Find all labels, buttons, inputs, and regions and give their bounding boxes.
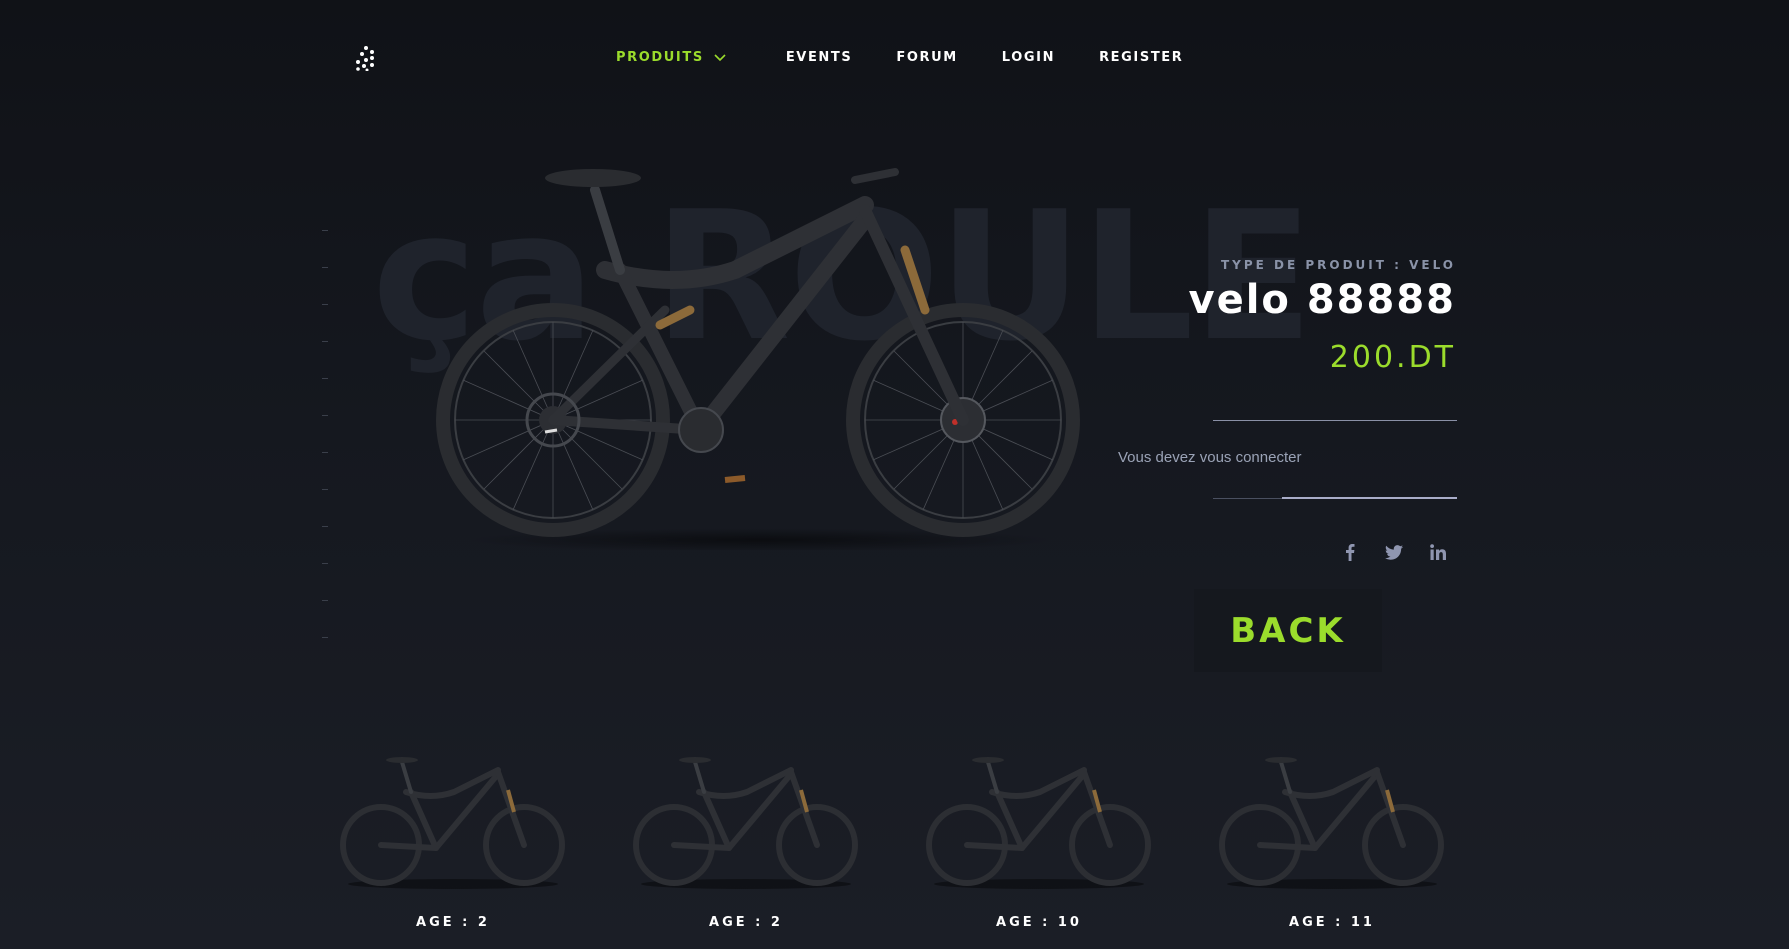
- nav-item-register[interactable]: REGISTER: [1099, 50, 1183, 65]
- facebook-icon[interactable]: [1340, 542, 1360, 562]
- related-product-card[interactable]: AGE : 11: [1215, 750, 1449, 930]
- related-product-label: AGE : 2: [709, 915, 783, 930]
- product-price: 200.DT: [1329, 340, 1456, 375]
- related-product-image: [926, 757, 1151, 889]
- main-nav: PRODUITS EVENTS FORUM LOGIN REGISTER: [616, 50, 1227, 65]
- product-info: TYPE DE PRODUIT : VELO velo 88888 200.DT: [1189, 258, 1456, 375]
- related-products: AGE : 2 AGE : 2 AGE : 10 AGE : 11: [336, 750, 1449, 930]
- related-product-card[interactable]: AGE : 2: [336, 750, 570, 930]
- nav-item-forum[interactable]: FORUM: [896, 50, 957, 65]
- related-product-card[interactable]: AGE : 2: [629, 750, 863, 930]
- social-links: [1340, 542, 1448, 562]
- related-product-card[interactable]: AGE : 10: [922, 750, 1156, 930]
- product-image-bike: [436, 168, 1080, 550]
- related-product-label: AGE : 2: [416, 915, 490, 930]
- product-type-label: TYPE DE PRODUIT : VELO: [1220, 258, 1456, 272]
- nav-item-produits[interactable]: PRODUITS: [616, 50, 726, 65]
- twitter-icon[interactable]: [1384, 542, 1404, 562]
- login-required-message: Vous devez vous connecter: [1118, 449, 1302, 466]
- dots-logo-icon[interactable]: [354, 45, 378, 72]
- side-tick-ruler: [322, 230, 328, 674]
- back-button[interactable]: BACK: [1194, 589, 1382, 672]
- nav-label-produits: PRODUITS: [616, 50, 704, 65]
- product-title: velo 88888: [1188, 277, 1456, 323]
- chevron-down-icon: [714, 53, 726, 61]
- related-product-image: [340, 757, 565, 889]
- related-product-label: AGE : 10: [996, 915, 1082, 930]
- nav-item-events[interactable]: EVENTS: [786, 50, 853, 65]
- divider: [1213, 420, 1457, 421]
- divider-highlight: [1282, 497, 1457, 499]
- related-product-image: [1219, 757, 1444, 889]
- related-product-image: [633, 757, 858, 889]
- linkedin-icon[interactable]: [1428, 542, 1448, 562]
- related-product-label: AGE : 11: [1289, 915, 1375, 930]
- nav-item-login[interactable]: LOGIN: [1002, 50, 1055, 65]
